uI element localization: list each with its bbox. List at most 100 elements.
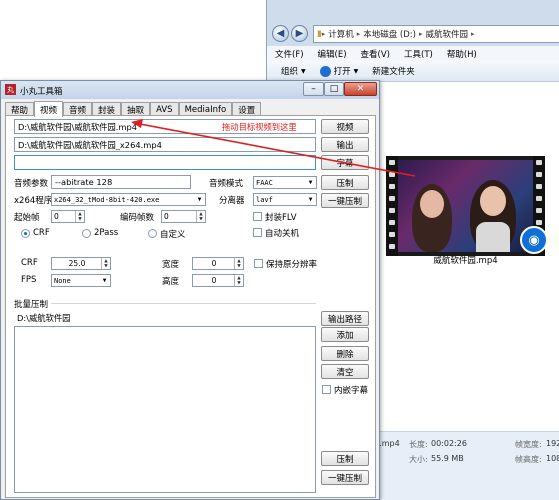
encap-flv-checkbox[interactable]	[253, 212, 262, 221]
menu-file[interactable]: 文件(F)	[275, 48, 304, 60]
height-input[interactable]: 0 ▲ ▼	[192, 274, 244, 287]
length-value: 00:02:26	[431, 439, 467, 448]
splitter-value: lavf	[256, 195, 273, 204]
spinner-arrows-icon[interactable]: ▲ ▼	[234, 258, 243, 269]
size-label: 大小:	[409, 455, 428, 464]
output-path-button[interactable]: 输出路径	[321, 311, 369, 326]
fps-value: None	[54, 276, 71, 285]
clear-button[interactable]: 清空	[321, 364, 369, 379]
chevron-down-icon: ▼	[197, 196, 202, 203]
frame-height-label: 帧高度:	[515, 455, 542, 464]
start-frame-label: 起始帧	[14, 213, 40, 223]
audio-mode-select[interactable]: FAAC ▼	[253, 176, 317, 189]
delete-button[interactable]: 删除	[321, 346, 369, 361]
new-folder-button[interactable]: 新建文件夹	[372, 65, 415, 77]
encap-flv-label: 封装FLV	[265, 213, 297, 223]
breadcrumb-computer[interactable]: 计算机	[328, 28, 354, 40]
spinner-arrows-icon[interactable]: ▲ ▼	[234, 275, 243, 286]
batch-divider	[51, 303, 316, 304]
output-path-field[interactable]: D:\威航软件园\威航软件园_x264.mp4	[14, 137, 316, 152]
batch-compress-button[interactable]: 压制	[321, 451, 369, 466]
subtitle-field[interactable]	[14, 155, 316, 170]
mode-custom-label: 自定义	[160, 230, 186, 240]
x264-label: x264程序	[14, 196, 53, 206]
width-input[interactable]: 0 ▲ ▼	[192, 257, 244, 270]
splitter-select[interactable]: lavf ▼	[253, 193, 317, 206]
open-label: 打开	[333, 67, 351, 77]
tab-mux[interactable]: 封装	[92, 102, 122, 116]
mode-custom-radio[interactable]	[148, 229, 157, 238]
minimize-icon[interactable]: –	[303, 82, 324, 96]
breadcrumb-folder[interactable]: 威航软件园	[426, 28, 469, 40]
size-value: 55.9 MB	[431, 454, 464, 463]
video-button[interactable]: 视频	[321, 119, 369, 134]
spinner-arrows-icon[interactable]: ▲ ▼	[75, 211, 84, 222]
add-button[interactable]: 添加	[321, 327, 369, 342]
tab-audio[interactable]: 音频	[63, 102, 93, 116]
explorer-menu-bar: 文件(F) 编辑(E) 查看(V) 工具(T) 帮助(H)	[267, 46, 559, 61]
tab-extract[interactable]: 抽取	[121, 102, 151, 116]
input-video-field[interactable]: D:\威航软件园\威航软件园.mp4 拖动目标视频到这里	[14, 119, 316, 134]
mode-2pass-label: 2Pass	[94, 228, 119, 238]
x264-value: x264_32_tMod-8bit-420.exe	[54, 195, 160, 204]
mode-crf-radio[interactable]	[21, 229, 30, 238]
tab-avs[interactable]: AVS	[150, 102, 179, 116]
file-name-label[interactable]: 威航软件园.mp4	[386, 254, 545, 266]
video-frame-image	[398, 160, 533, 252]
forward-icon[interactable]: ▶	[291, 25, 308, 42]
frame-height-value: 108	[546, 454, 559, 463]
auto-shutdown-label: 自动关机	[265, 229, 300, 239]
breadcrumb-drive[interactable]: 本地磁盘 (D:)	[363, 28, 416, 40]
audio-mode-value: FAAC	[256, 178, 273, 187]
spinner-arrows-icon[interactable]: ▲ ▼	[101, 258, 110, 269]
mode-2pass-radio[interactable]	[82, 229, 91, 238]
back-icon[interactable]: ◀	[272, 25, 289, 42]
title-bar[interactable]: 丸 小丸工具箱 – □ ✕	[1, 81, 379, 99]
menu-edit[interactable]: 编辑(E)	[318, 48, 347, 60]
close-icon[interactable]: ✕	[344, 82, 377, 96]
subtitle-button[interactable]: 字幕	[321, 155, 369, 170]
crf-input[interactable]: 25.0 ▲ ▼	[51, 257, 111, 270]
menu-view[interactable]: 查看(V)	[361, 48, 390, 60]
one-click-compress-button[interactable]: 一键压制	[321, 193, 369, 208]
chevron-down-icon: ▼	[102, 277, 107, 284]
menu-help[interactable]: 帮助(H)	[447, 48, 477, 60]
splitter-label: 分离器	[219, 196, 245, 206]
keep-resolution-checkbox[interactable]	[254, 259, 263, 268]
audio-mode-label: 音频模式	[209, 179, 244, 189]
embed-subs-label: 内嵌字幕	[334, 386, 369, 396]
tab-video[interactable]: 视频	[34, 101, 64, 117]
embed-subs-checkbox[interactable]	[322, 385, 331, 394]
tab-help[interactable]: 帮助	[5, 102, 35, 116]
spinner-arrows-icon[interactable]: ▲ ▼	[196, 211, 205, 222]
menu-tools[interactable]: 工具(T)	[404, 48, 433, 60]
tab-bar: 帮助 视频 音频 封装 抽取 AVS MediaInfo 设置	[5, 101, 262, 117]
open-button[interactable]: 打开 ▼	[319, 65, 359, 77]
tab-settings[interactable]: 设置	[232, 102, 262, 116]
audio-params-field[interactable]: --abitrate 128	[51, 175, 191, 189]
address-bar[interactable]: ▮ ▸ 计算机 ▸ 本地磁盘 (D:) ▸ 威航软件园 ▸	[313, 25, 559, 43]
output-button[interactable]: 输出	[321, 137, 369, 152]
fps-select[interactable]: None ▼	[51, 274, 111, 287]
organize-button[interactable]: 组织 ▼	[281, 65, 306, 77]
batch-one-click-button[interactable]: 一键压制	[321, 470, 369, 485]
batch-file-list[interactable]	[14, 326, 316, 493]
mode-crf-label: CRF	[33, 228, 50, 238]
width-label: 宽度	[162, 260, 180, 270]
height-label: 高度	[162, 277, 180, 287]
encode-frames-input[interactable]: 0 ▲ ▼	[161, 210, 206, 223]
tab-mediainfo[interactable]: MediaInfo	[178, 102, 233, 116]
auto-shutdown-checkbox[interactable]	[253, 228, 262, 237]
crf-label: CRF	[21, 258, 38, 268]
app-icon: 丸	[5, 84, 16, 95]
start-frame-input[interactable]: 0 ▲ ▼	[51, 210, 85, 223]
chevron-down-icon: ▼	[353, 67, 359, 75]
compress-button[interactable]: 压制	[321, 175, 369, 190]
maximize-icon[interactable]: □	[324, 82, 344, 96]
window-title: 小丸工具箱	[20, 87, 63, 97]
keep-resolution-label: 保持原分辨率	[266, 260, 318, 270]
x264-select[interactable]: x264_32_tMod-8bit-420.exe ▼	[51, 193, 206, 206]
new-folder-label: 新建文件夹	[372, 67, 415, 77]
chevron-down-icon: ▼	[301, 67, 306, 75]
length-label: 长度:	[409, 440, 428, 449]
